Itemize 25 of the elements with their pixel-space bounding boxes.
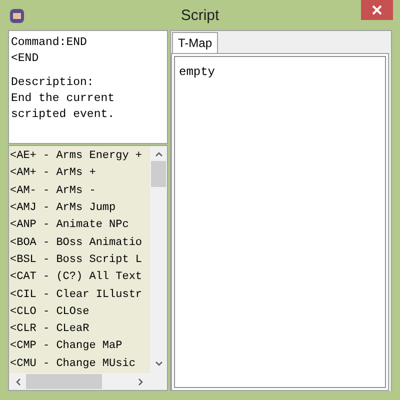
command-list-item[interactable]: <AM- - ArMs - xyxy=(10,182,150,200)
command-list-item[interactable]: <CLO - CLOse xyxy=(10,304,150,322)
command-list-item[interactable]: <CLR - CLeaR xyxy=(10,321,150,338)
command-list-item[interactable]: <AM+ - ArMs + xyxy=(10,165,150,183)
command-list-item[interactable]: <BOA - BOss Animatio xyxy=(10,234,150,252)
command-list-item[interactable]: <CAT - (C?) All Text xyxy=(10,269,150,287)
description-label: Description: xyxy=(11,75,95,92)
command-list-item[interactable]: <AE+ - Arms Energy + xyxy=(10,148,150,166)
scroll-thumb[interactable] xyxy=(151,161,166,188)
command-code: <END xyxy=(11,51,40,68)
tab[interactable]: T-Map xyxy=(172,32,218,54)
scroll-thumb[interactable] xyxy=(26,374,102,389)
command-text: Command:END xyxy=(11,35,88,52)
close-icon xyxy=(372,5,382,15)
window-title: Script xyxy=(180,6,220,26)
app-icon xyxy=(10,9,24,23)
close-button[interactable] xyxy=(361,0,393,20)
command-list-item[interactable]: <CMU - Change MUsic xyxy=(10,356,150,373)
command-list-item[interactable]: <BSL - Boss Script L xyxy=(10,252,150,270)
command-list-item[interactable]: <CIL - Clear ILlustr xyxy=(10,286,150,304)
description-text: End the current scripted event. xyxy=(11,91,116,124)
command-list-item[interactable]: <CMP - Change MaP xyxy=(10,338,150,356)
command-list-item[interactable]: <ANP - Animate NPc xyxy=(10,217,150,235)
command-list-item[interactable]: <AMJ - ArMs Jump xyxy=(10,200,150,218)
script-editor[interactable]: empty xyxy=(174,56,386,388)
